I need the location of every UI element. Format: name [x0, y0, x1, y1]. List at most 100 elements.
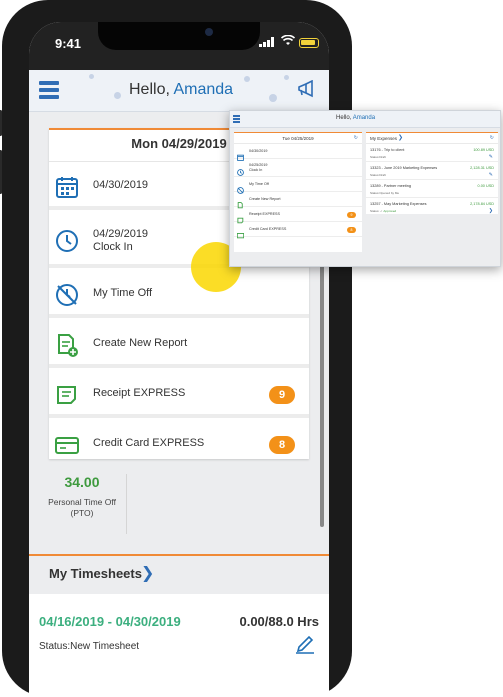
- expense-amount: 0.00 USD: [477, 184, 494, 188]
- user-name: Amanda: [173, 81, 234, 98]
- calendar-icon: [55, 175, 79, 199]
- receipt-count-badge: 9: [347, 211, 356, 218]
- clock-icon: [55, 229, 79, 253]
- header-pattern: [284, 75, 289, 80]
- pto-label: Personal Time Off (PTO): [48, 497, 116, 518]
- header-pattern: [269, 94, 277, 102]
- timesheets-title: My Timesheets: [49, 566, 142, 581]
- phone-side-button: [0, 110, 2, 136]
- menu-icon[interactable]: [233, 115, 240, 124]
- tablet-list-item[interactable]: Receipt EXPRESS 9: [234, 208, 362, 224]
- expense-row[interactable]: 13323 - June 2019 Marketing Expenses 2,1…: [366, 163, 498, 180]
- tablet-date: Tue 04/25/2019: [234, 133, 362, 144]
- tablet-list-item[interactable]: 04/30/2019: [234, 145, 362, 161]
- new-report-icon: [55, 333, 79, 357]
- header-pattern: [244, 76, 250, 82]
- refresh-icon[interactable]: ↻: [354, 135, 358, 141]
- expense-status: Status: ✓ Approved: [370, 209, 397, 213]
- tablet-list-item[interactable]: My Time Off: [234, 178, 362, 194]
- user-name: Amanda: [352, 115, 376, 121]
- item-label: 04/25/2019 Clock In: [249, 163, 268, 172]
- expense-amount: 2,128.31 USD: [470, 166, 494, 170]
- tablet-preview: Hello, Amanda Tue 04/25/2019 ↻ 04/30/201…: [229, 110, 501, 267]
- clock-icon: [237, 163, 244, 176]
- time-off-icon: [237, 181, 244, 194]
- new-report-icon: [237, 196, 244, 209]
- item-label: Receipt EXPRESS: [249, 212, 280, 216]
- receipt-icon: [237, 211, 244, 224]
- receipt-count-badge: 9: [269, 386, 295, 404]
- chevron-right-icon[interactable]: ❯: [141, 563, 154, 583]
- megaphone-icon[interactable]: [297, 79, 315, 103]
- expense-amount: 100.89 USD: [473, 148, 494, 152]
- timesheet-hours: 0.00/88.0 Hrs: [239, 614, 319, 629]
- tablet-list-item[interactable]: 04/25/2019 Clock In: [234, 160, 362, 177]
- timesheet-card[interactable]: 04/16/2019 - 04/30/2019 0.00/88.0 Hrs St…: [29, 600, 329, 697]
- greeting-text: Hello,: [336, 115, 352, 121]
- timesheet-range: 04/16/2019 - 04/30/2019: [39, 614, 181, 629]
- signal-icon: [259, 37, 275, 47]
- expense-name: 13323 - June 2019 Marketing Expenses: [370, 166, 438, 170]
- battery-icon: [299, 38, 319, 48]
- item-label: Receipt EXPRESS: [93, 387, 186, 399]
- list-item-receipt-express[interactable]: Receipt EXPRESS 9: [49, 372, 309, 418]
- tablet-list-item[interactable]: Create New Report: [234, 193, 362, 209]
- list-item-new-report[interactable]: Create New Report: [49, 322, 309, 368]
- list-item-time-off[interactable]: My Time Off: [49, 272, 309, 318]
- item-label: 04/30/2019: [93, 179, 149, 191]
- credit-card-count-badge: 8: [269, 436, 295, 454]
- expense-status: Status:Draft: [370, 173, 386, 177]
- approved-label: Approved: [383, 209, 397, 213]
- item-label: 04/30/2019: [249, 149, 268, 153]
- greeting: Hello, Amanda: [129, 81, 233, 99]
- item-label: Credit Card EXPRESS: [249, 227, 287, 231]
- menu-icon[interactable]: [39, 81, 59, 99]
- timesheet-status: Status:New Timesheet: [39, 641, 140, 652]
- tablet-body: Tue 04/25/2019 ↻ 04/30/2019 04/25/2019 Cl…: [230, 128, 500, 266]
- notch: [98, 22, 260, 50]
- chevron-right-icon[interactable]: ❯: [398, 134, 403, 141]
- greeting-text: Hello,: [129, 81, 170, 98]
- header-pattern: [89, 74, 94, 79]
- item-label: Credit Card EXPRESS: [93, 437, 205, 449]
- expense-row[interactable]: 13257 - May Marketing Expenses 2,178.84 …: [366, 199, 498, 216]
- credit-card-icon: [55, 433, 79, 457]
- edit-icon[interactable]: [295, 634, 315, 654]
- camera: [205, 28, 213, 36]
- current-date: Mon 04/29/2019: [131, 136, 227, 151]
- tablet-header: Hello, Amanda: [230, 111, 500, 128]
- pto-value: 34.00: [64, 474, 100, 490]
- refresh-icon[interactable]: ↻: [490, 135, 494, 141]
- phone-side-button: [0, 150, 2, 194]
- expense-row[interactable]: 13289 - Partner meeting 0.00 USD Status:…: [366, 181, 498, 198]
- tablet-greeting: Hello, Amanda: [336, 115, 375, 121]
- tablet-date-card: Tue 04/25/2019 ↻ 04/30/2019 04/25/2019 Cl…: [234, 132, 362, 252]
- expenses-header[interactable]: My Expenses ❯ ↻: [366, 133, 498, 144]
- list-item-credit-card-express[interactable]: Credit Card EXPRESS 8: [49, 422, 309, 468]
- status-time: 9:41: [55, 36, 82, 51]
- expense-name: 13289 - Partner meeting: [370, 184, 411, 188]
- expenses-title: My Expenses: [370, 136, 398, 141]
- timesheets-header[interactable]: My Timesheets ❯: [29, 554, 329, 594]
- chevron-right-icon[interactable]: ❯: [489, 208, 493, 214]
- header-pattern: [114, 92, 121, 99]
- expense-name: 13176 - Trip to client: [370, 148, 405, 152]
- edit-icon[interactable]: ✎: [489, 154, 493, 160]
- expense-status: Status:Draft: [370, 155, 386, 159]
- item-label: Create New Report: [249, 197, 281, 201]
- expense-row[interactable]: 13176 - Trip to client 100.89 USD Status…: [366, 145, 498, 162]
- tablet-expenses: My Expenses ❯ ↻ 13176 - Trip to client 1…: [366, 132, 498, 214]
- status-bar: 9:41: [29, 22, 329, 70]
- tablet-list-item[interactable]: Credit Card EXPRESS 8: [234, 223, 362, 239]
- expense-status: Status:Opened by Me: [370, 191, 400, 195]
- phone-frame: 9:41 Hello, Amanda Mon 04/29/2019 04/30/…: [0, 0, 352, 697]
- divider: [126, 474, 127, 534]
- edit-icon[interactable]: ✎: [489, 172, 493, 178]
- item-label: My Time Off: [249, 182, 269, 186]
- receipt-icon: [55, 383, 79, 407]
- credit-card-icon: [236, 226, 245, 239]
- pto-summary[interactable]: 34.00 Personal Time Off (PTO): [39, 474, 125, 519]
- calendar-icon: [237, 148, 244, 161]
- item-label: My Time Off: [93, 287, 153, 299]
- item-label: Create New Report: [93, 337, 188, 349]
